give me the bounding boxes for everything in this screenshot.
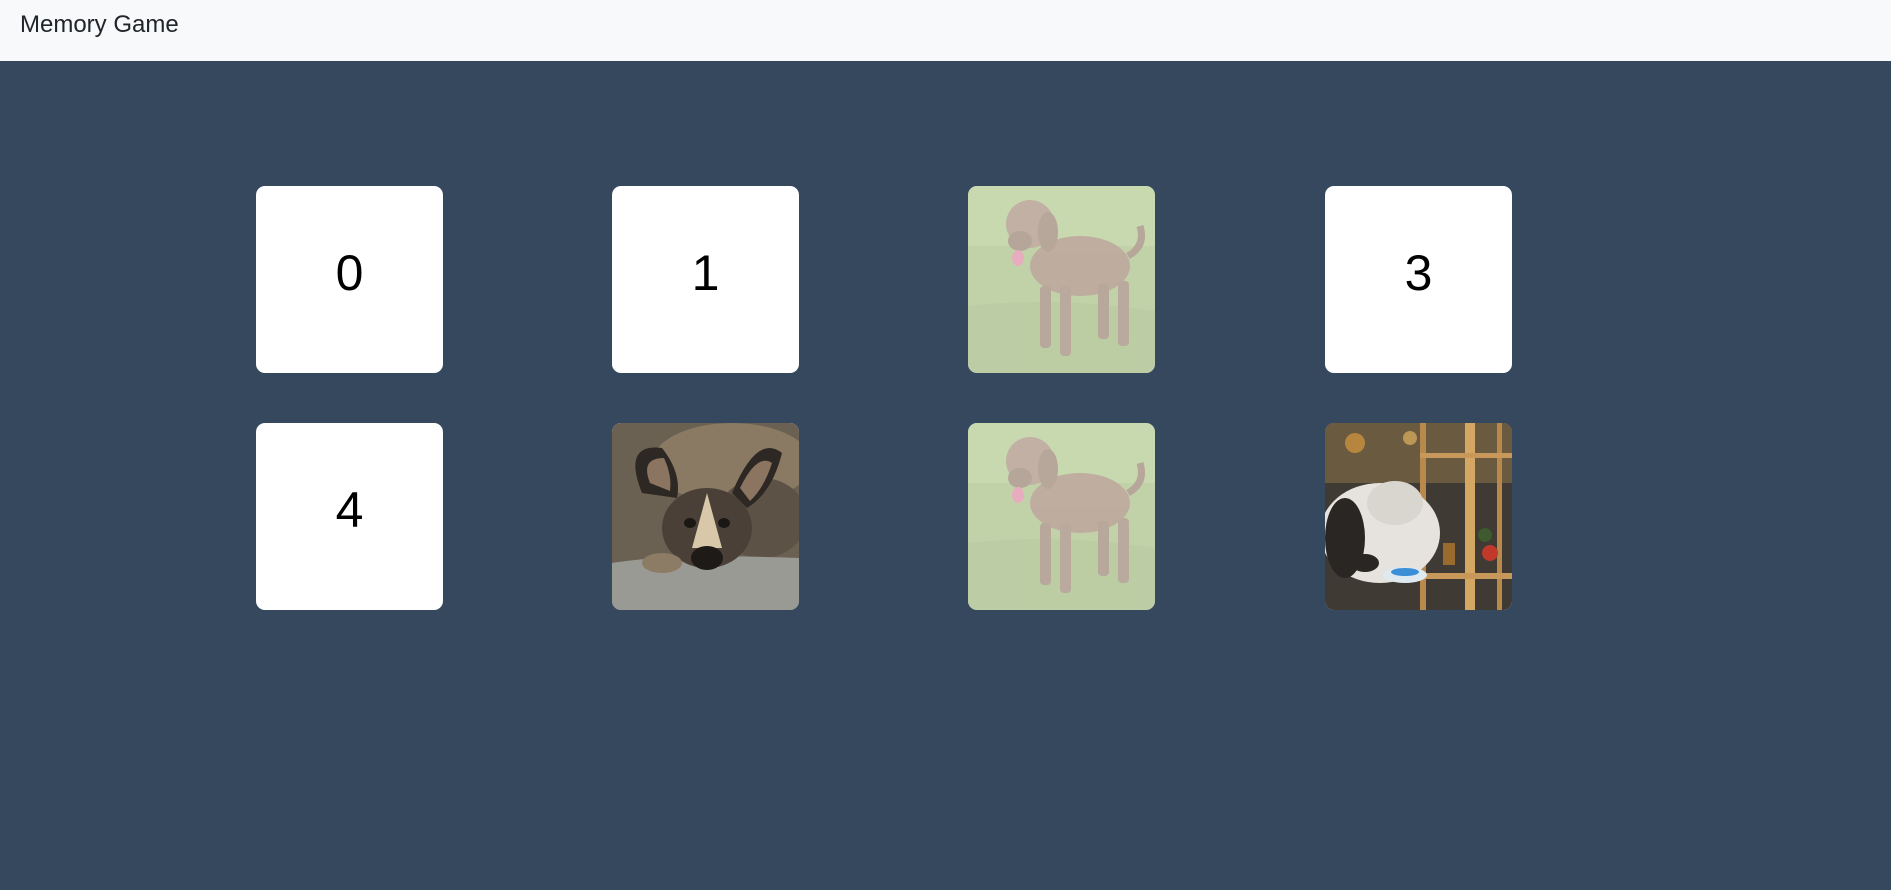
memory-card-2[interactable] [968, 186, 1155, 373]
memory-card-6[interactable] [968, 423, 1155, 610]
memory-card-0[interactable]: 0 [256, 186, 443, 373]
card-number: 0 [335, 245, 364, 301]
card-number: 4 [335, 482, 364, 538]
memory-card-1[interactable]: 1 [612, 186, 799, 373]
app-title[interactable]: Memory Game [20, 13, 179, 37]
memory-card-3[interactable]: 3 [1325, 186, 1512, 373]
memory-card-5[interactable] [612, 423, 799, 610]
memory-card-7[interactable] [1325, 423, 1512, 610]
shaggy-dog-image [968, 423, 1155, 610]
card-number: 3 [1404, 245, 1433, 301]
long-haired-dog-image [1325, 423, 1512, 610]
shaggy-dog-image [968, 186, 1155, 373]
wild-dog-image [612, 423, 799, 610]
navbar: Memory Game [0, 0, 1891, 61]
memory-card-4[interactable]: 4 [256, 423, 443, 610]
card-number: 1 [691, 245, 720, 301]
